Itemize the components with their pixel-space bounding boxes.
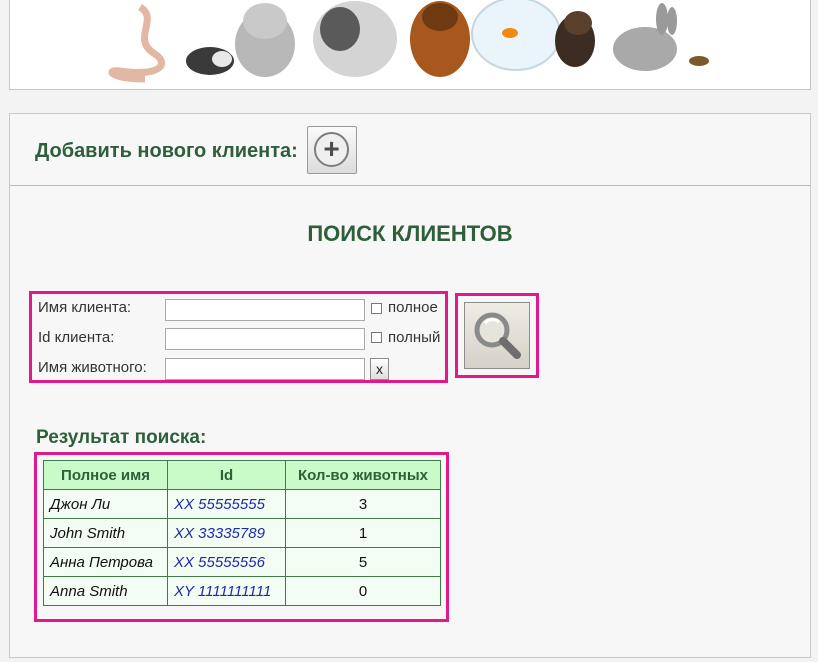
plus-icon: + bbox=[314, 132, 349, 167]
animal-name-input[interactable] bbox=[165, 358, 365, 380]
table-row[interactable]: Anna Smith XY 1111111111 0 bbox=[43, 576, 441, 606]
client-name-full-checkbox[interactable] bbox=[371, 303, 382, 314]
results-table: Полное имя Id Кол-во животных Джон Ли XX… bbox=[43, 460, 441, 606]
row-id-link[interactable]: XX 55555555 bbox=[167, 489, 286, 519]
column-header-full-name: Полное имя bbox=[43, 460, 168, 490]
animal-name-label: Имя животного: bbox=[38, 359, 147, 376]
row-animal-count: 1 bbox=[285, 518, 441, 548]
row-id-link[interactable]: XX 55555556 bbox=[167, 547, 286, 577]
pets-banner-image bbox=[108, 0, 709, 83]
client-name-input[interactable] bbox=[165, 299, 365, 321]
results-label: Результат поиска: bbox=[36, 427, 207, 448]
search-form: Имя клиента: полное Id клиента: полный И… bbox=[29, 291, 448, 383]
row-full-name: Анна Петрова bbox=[43, 547, 168, 577]
client-id-input[interactable] bbox=[165, 328, 365, 350]
client-id-full-checkbox[interactable] bbox=[371, 332, 382, 343]
table-row[interactable]: Анна Петрова XX 55555556 5 bbox=[43, 547, 441, 577]
column-header-id: Id bbox=[167, 460, 286, 490]
row-full-name: John Smith bbox=[43, 518, 168, 548]
client-id-label: Id клиента: bbox=[38, 329, 115, 346]
row-animal-count: 0 bbox=[285, 576, 441, 606]
search-title: ПОИСК КЛИЕНТОВ bbox=[307, 221, 513, 246]
table-row[interactable]: Джон Ли XX 55555555 3 bbox=[43, 489, 441, 519]
client-id-full-label: полный bbox=[388, 329, 441, 346]
frog-shape bbox=[689, 56, 709, 66]
column-header-animal-count: Кол-во животных bbox=[285, 460, 441, 490]
client-name-full-label: полное bbox=[388, 299, 438, 316]
magnifier-icon bbox=[474, 312, 521, 359]
row-id-link[interactable]: XX 33335789 bbox=[167, 518, 286, 548]
rabbit-shape bbox=[613, 27, 677, 71]
row-animal-count: 5 bbox=[285, 547, 441, 577]
results-frame: Полное имя Id Кол-во животных Джон Ли XX… bbox=[34, 452, 449, 622]
table-row[interactable]: John Smith XX 33335789 1 bbox=[43, 518, 441, 548]
search-button-frame bbox=[455, 293, 539, 378]
main-panel: Добавить нового клиента: + ПОИСК КЛИЕНТО… bbox=[9, 113, 811, 658]
snake-shape bbox=[108, 4, 165, 83]
add-client-button[interactable]: + bbox=[307, 126, 357, 174]
row-full-name: Джон Ли bbox=[43, 489, 168, 519]
client-name-label: Имя клиента: bbox=[38, 299, 132, 316]
add-client-row: Добавить нового клиента: + bbox=[10, 114, 810, 186]
row-id-link[interactable]: XY 1111111111 bbox=[167, 576, 286, 606]
clear-button[interactable]: x bbox=[370, 358, 389, 380]
search-button[interactable] bbox=[464, 302, 530, 369]
pets-banner bbox=[9, 0, 811, 90]
add-client-label: Добавить нового клиента: bbox=[35, 140, 298, 162]
row-full-name: Anna Smith bbox=[43, 576, 168, 606]
row-animal-count: 3 bbox=[285, 489, 441, 519]
table-header-row: Полное имя Id Кол-во животных bbox=[43, 460, 441, 490]
